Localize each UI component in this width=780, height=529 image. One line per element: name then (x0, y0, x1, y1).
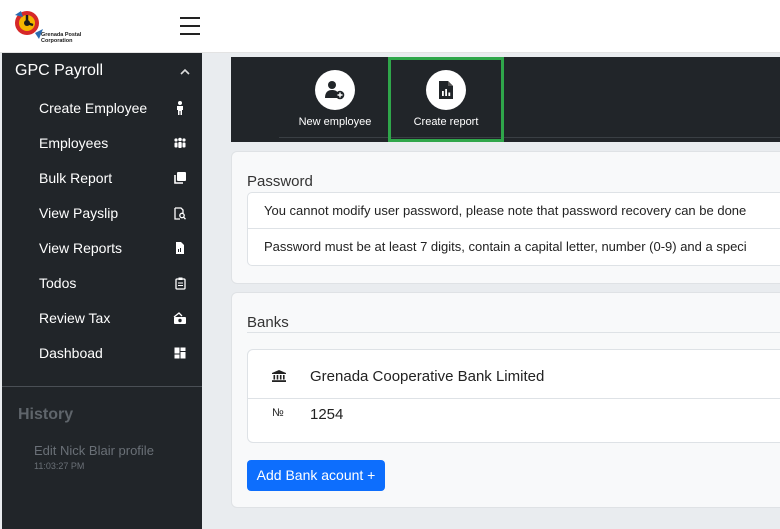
new-employee-label: New employee (298, 116, 372, 128)
sidebar-item-label: View Reports (39, 240, 123, 256)
sidebar-divider (2, 386, 202, 387)
sidebar-item-label: Create Employee (39, 100, 148, 116)
history-timestamp: 11:03:27 PM (34, 461, 85, 471)
sidebar-item-label: Review Tax (39, 310, 111, 326)
logo-text: Grenada Postal Corporation (41, 32, 81, 44)
sidebar-section-toggle[interactable]: GPC Payroll (15, 62, 190, 84)
new-employee-button[interactable]: New employee (280, 57, 390, 142)
copies-icon (173, 171, 187, 185)
top-header: Grenada Postal Corporation (0, 0, 780, 53)
sidebar-item-dashboard[interactable]: Dashboad (39, 341, 187, 365)
bank-name-row: Grenada Cooperative Bank Limited (248, 358, 780, 396)
account-number: 1254 (310, 406, 344, 423)
history-title: History (18, 406, 74, 423)
hamburger-menu-icon[interactable] (180, 17, 200, 35)
bank-details: Grenada Cooperative Bank Limited № 1254 (247, 349, 780, 443)
sidebar-item-view-reports[interactable]: View Reports (39, 236, 187, 260)
add-bank-account-button[interactable]: Add Bank acount + (247, 460, 385, 491)
cash-icon (173, 311, 187, 325)
sidebar-item-employees[interactable]: Employees (39, 131, 187, 155)
create-report-label: Create report (413, 116, 479, 128)
sidebar-item-label: Bulk Report (39, 170, 113, 186)
person-icon (173, 101, 187, 115)
create-report-button[interactable]: Create report (388, 57, 504, 142)
action-toolbar: New employee Create report (231, 57, 780, 142)
banks-card-title: Banks (247, 314, 289, 331)
dashboard-icon (173, 346, 187, 360)
password-card-title: Password (247, 173, 313, 190)
sidebar: GPC Payroll Create Employee Employees Bu… (2, 53, 202, 529)
sidebar-item-todos[interactable]: Todos (39, 271, 187, 295)
bank-building-icon (272, 370, 286, 385)
add-user-icon (315, 70, 355, 110)
sidebar-item-view-payslip[interactable]: View Payslip (39, 201, 187, 225)
numero-sign-icon: № (272, 407, 284, 419)
logo-text-line2: Corporation (41, 38, 73, 44)
sidebar-item-bulk-report[interactable]: Bulk Report (39, 166, 187, 190)
banks-card-divider (247, 332, 780, 333)
sidebar-item-label: Employees (39, 135, 109, 151)
banks-card: Banks Grenada Cooperative Bank Limited №… (231, 292, 780, 508)
password-notes-list: You cannot modify user password, please … (247, 192, 780, 266)
report-file-icon (173, 241, 187, 255)
account-number-row: № 1254 (248, 396, 780, 434)
sidebar-section-title: GPC Payroll (15, 62, 104, 79)
people-icon (173, 136, 187, 150)
list-item: Password must be at least 7 digits, cont… (264, 239, 747, 254)
clipboard-icon (173, 276, 187, 290)
history-entry[interactable]: Edit Nick Blair profile (34, 443, 154, 458)
bank-name: Grenada Cooperative Bank Limited (310, 368, 545, 385)
chevron-up-icon (180, 66, 190, 78)
company-logo[interactable]: Grenada Postal Corporation (13, 9, 93, 45)
password-card: Password You cannot modify user password… (231, 151, 780, 284)
sidebar-item-label: Dashboad (39, 345, 103, 361)
sidebar-item-review-tax[interactable]: Review Tax (39, 306, 187, 330)
sidebar-item-label: View Payslip (39, 205, 119, 221)
report-file-icon (426, 70, 466, 110)
sidebar-item-label: Todos (39, 275, 77, 291)
doc-search-icon (173, 206, 187, 220)
sidebar-item-create-employee[interactable]: Create Employee (39, 96, 187, 120)
list-item: You cannot modify user password, please … (248, 193, 780, 229)
